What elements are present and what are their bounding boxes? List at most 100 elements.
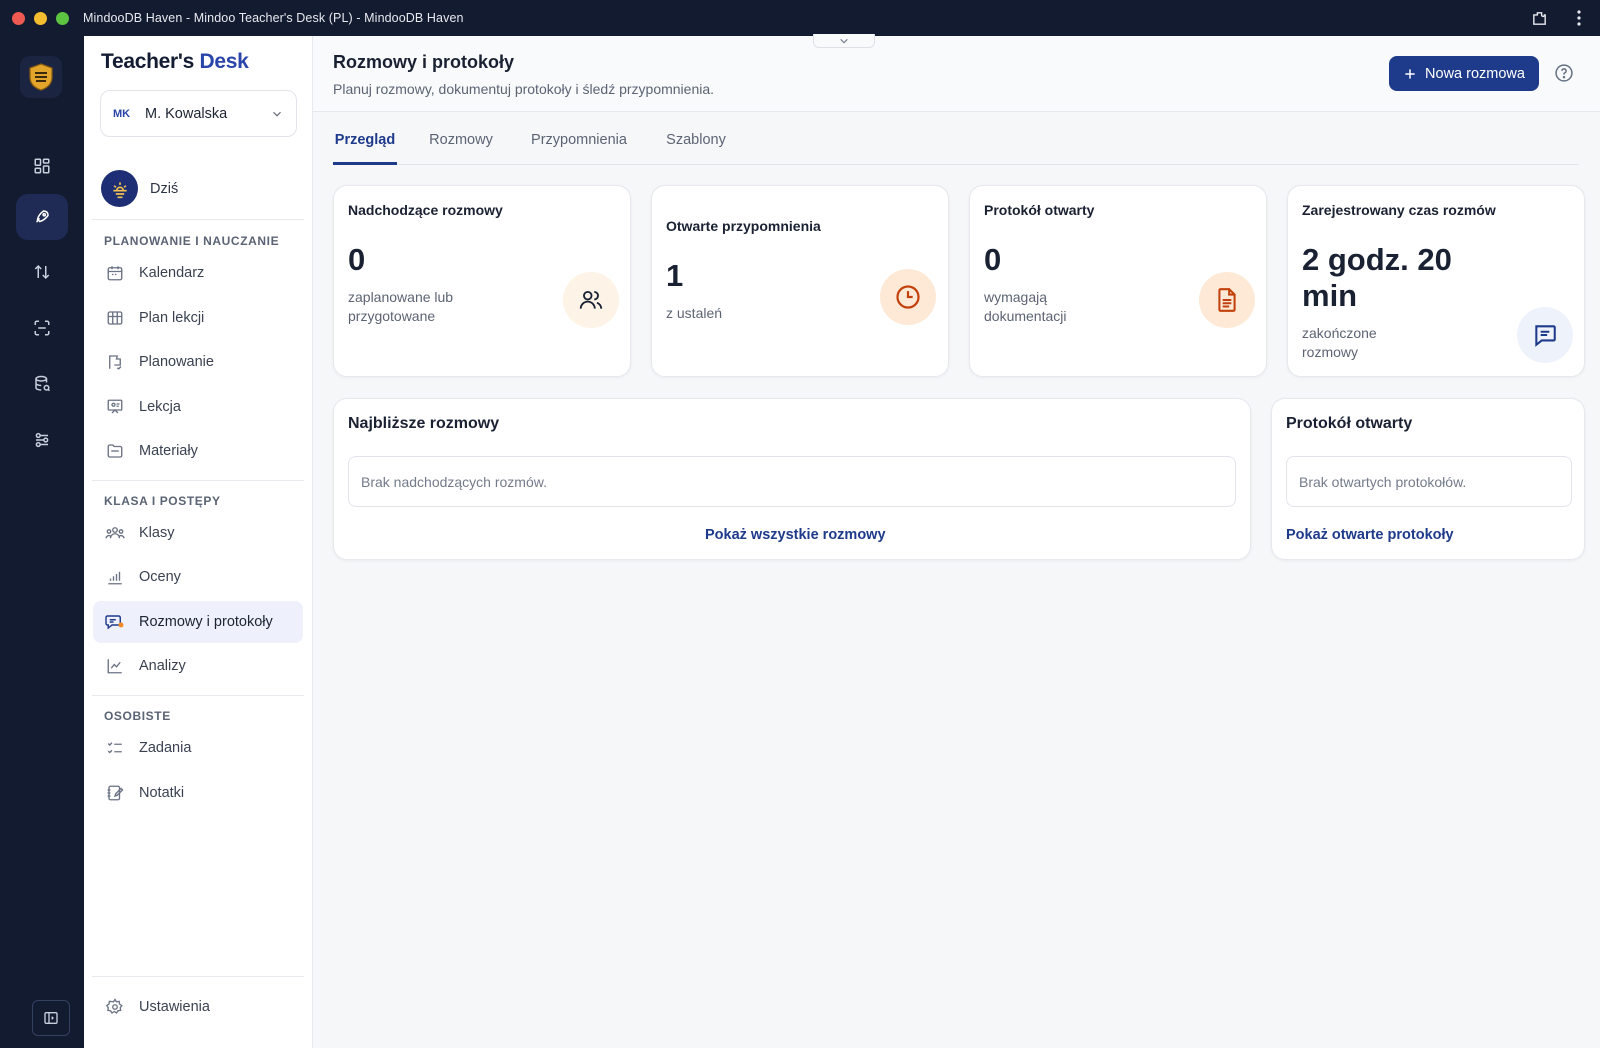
sync-icon [34, 264, 50, 280]
stat-subtitle: zakończone [1302, 325, 1377, 341]
stat-title: Nadchodzące rozmowy [348, 202, 503, 218]
new-conversation-button[interactable]: Nowa rozmowa [1389, 56, 1539, 91]
stat-card-open-protocol: Protokół otwarty 0 wymagają dokumentacji [969, 185, 1267, 377]
app-logo[interactable] [20, 56, 62, 98]
rail-sync[interactable] [16, 249, 68, 295]
stat-title: Otwarte przypomnienia [666, 218, 821, 234]
message-icon [1517, 307, 1573, 363]
rail-database[interactable] [16, 361, 68, 407]
tab-templates[interactable]: Szablony [663, 130, 729, 165]
sidebar-item-label: Materiały [139, 443, 198, 459]
sidebar-item-label: Planowanie [139, 354, 214, 370]
divider [92, 695, 304, 696]
stat-value: 2 godz. 20 [1302, 242, 1452, 277]
sidebar-item-label: Oceny [139, 569, 181, 585]
brand-main: Teacher's [101, 50, 194, 73]
minimize-window-button[interactable] [34, 11, 47, 25]
stat-title: Protokół otwarty [984, 202, 1095, 218]
tab-overview[interactable]: Przegląd [333, 130, 397, 165]
chat-bubble-icon [104, 611, 126, 633]
tab-conversations[interactable]: Rozmowy [425, 130, 497, 165]
sidebar-item-label: Klasy [139, 525, 175, 541]
user-name: M. Kowalska [145, 105, 228, 122]
page-subtitle: Planuj rozmowy, dokumentuj protokoły i ś… [333, 81, 715, 97]
stat-value: 0 [984, 242, 1002, 277]
sidebar-item-lesson-plan[interactable]: Plan lekcji [93, 297, 303, 339]
sidebar-toggle-icon [44, 1012, 58, 1024]
stat-subtitle: z ustaleń [666, 305, 723, 321]
panel-title: Najbliższe rozmowy [348, 415, 500, 432]
sidebar-item-lesson[interactable]: Lekcja [93, 386, 303, 428]
today-link[interactable]: Dziś [101, 170, 178, 207]
show-open-protocols-link[interactable]: Pokaż otwarte protokoły [1286, 527, 1454, 543]
today-label: Dziś [150, 180, 179, 197]
stat-subtitle: dokumentacji [984, 308, 1067, 324]
settings-sliders-icon [35, 432, 49, 448]
stat-card-upcoming: Nadchodzące rozmowy 0 zaplanowane lub pr… [333, 185, 631, 377]
user-selector[interactable]: MK M. Kowalska [100, 90, 297, 137]
rail-dashboard[interactable] [16, 143, 68, 189]
document-icon [1199, 272, 1255, 328]
sidebar-item-label: Rozmowy i protokoły [139, 614, 273, 630]
page-title: Rozmowy i protokoły [333, 52, 515, 72]
bar-chart-icon [104, 566, 126, 588]
window-controls [12, 11, 69, 25]
chevron-down-icon [270, 107, 284, 121]
upcoming-conversations-panel: Najbliższe rozmowy Brak nadchodzących ro… [333, 398, 1251, 560]
brand-title: Teacher's Desk [101, 50, 249, 74]
presentation-icon [104, 396, 126, 418]
database-search-icon [35, 375, 51, 392]
scan-icon [34, 320, 50, 336]
main-content: Rozmowy i protokoły Planuj rozmowy, doku… [313, 34, 1600, 1048]
stat-card-recorded-time: Zarejestrowany czas rozmów 2 godz. 20 mi… [1287, 185, 1585, 377]
sidebar-item-label: Kalendarz [139, 265, 205, 281]
sidebar-item-label: Notatki [139, 785, 185, 801]
line-chart-icon [104, 655, 126, 677]
stat-value: min [1302, 278, 1358, 313]
sidebar-item-notes[interactable]: Notatki [93, 772, 303, 814]
sidebar-item-classes[interactable]: Klasy [93, 512, 303, 554]
app-rail [0, 36, 84, 1048]
help-icon[interactable] [1553, 62, 1575, 84]
show-all-conversations-link[interactable]: Pokaż wszystkie rozmowy [705, 527, 886, 543]
stat-value: 1 [666, 258, 684, 293]
stat-subtitle: przygotowane [348, 308, 436, 324]
sidebar-item-label: Ustawienia [139, 999, 210, 1015]
flag-icon [104, 351, 126, 373]
window-titlebar: MindooDB Haven - Mindoo Teacher's Desk (… [0, 0, 1600, 36]
sidebar-item-planning[interactable]: Planowanie [93, 341, 303, 383]
rocket-icon [36, 210, 49, 223]
users-icon [563, 272, 619, 328]
sidebar: Teacher's Desk MK M. Kowalska Dziś PLANO… [84, 36, 313, 1048]
sidebar-item-materials[interactable]: Materiały [93, 430, 303, 472]
group-icon [104, 522, 126, 544]
sidebar-item-analytics[interactable]: Analizy [93, 645, 303, 687]
toggle-sidebar-button[interactable] [32, 1000, 70, 1036]
user-initials: MK [113, 107, 131, 120]
sidebar-item-label: Zadania [139, 740, 192, 756]
divider [92, 976, 304, 977]
close-window-button[interactable] [12, 11, 25, 25]
maximize-window-button[interactable] [56, 11, 69, 25]
extension-icon[interactable] [1528, 7, 1550, 29]
sidebar-item-label: Analizy [139, 658, 186, 674]
sidebar-item-tasks[interactable]: Zadania [93, 727, 303, 769]
tab-bar: Przegląd Rozmowy Przypomnienia Szablony [333, 130, 1579, 165]
more-vertical-icon[interactable] [1568, 7, 1590, 29]
rail-rocket[interactable] [16, 194, 68, 240]
rail-scan[interactable] [16, 305, 68, 351]
sunrise-icon [101, 170, 138, 207]
sidebar-item-settings[interactable]: Ustawienia [93, 986, 303, 1028]
sidebar-item-calendar[interactable]: Kalendarz [93, 252, 303, 294]
sidebar-item-grades[interactable]: Oceny [93, 556, 303, 598]
folder-icon [104, 440, 126, 462]
calendar-icon [104, 262, 126, 284]
stat-title: Zarejestrowany czas rozmów [1302, 202, 1496, 218]
sidebar-item-conversations[interactable]: Rozmowy i protokoły [93, 601, 303, 643]
tab-reminders[interactable]: Przypomnienia [527, 130, 631, 165]
collapse-header-handle[interactable] [813, 34, 875, 48]
gear-icon [104, 996, 126, 1018]
plus-icon [1405, 68, 1415, 79]
rail-settings-sliders[interactable] [16, 417, 68, 463]
brand-accent: Desk [199, 50, 249, 73]
